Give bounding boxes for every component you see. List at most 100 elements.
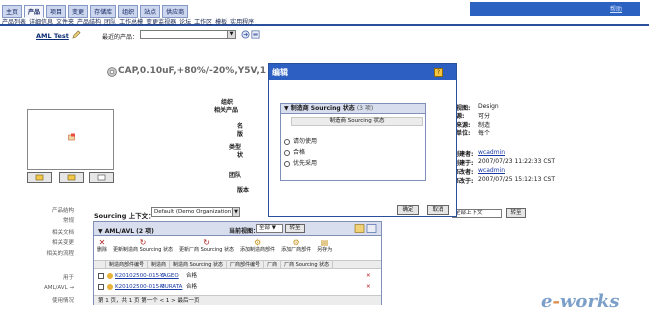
- manufacturer-link[interactable]: YAGEO: [160, 271, 179, 281]
- sourcing-status-column: 制造商 Sourcing 状态: [291, 117, 423, 126]
- delete-row-icon[interactable]: ✕: [366, 282, 371, 292]
- left-nav-item-0[interactable]: 产品结构: [52, 206, 74, 214]
- table-tools-icons[interactable]: [354, 224, 378, 233]
- attribute-value-0: Design: [478, 103, 499, 110]
- attribute-label-3: 单位:: [456, 130, 471, 137]
- sourcing-context-select[interactable]: Default (Demo Organization) ▼: [151, 207, 240, 217]
- aml-action-5[interactable]: ▤ 另存为: [314, 238, 335, 258]
- left-nav-item-4[interactable]: 相关的流程: [46, 249, 74, 257]
- attribute-value-3: 每个: [478, 130, 491, 137]
- sourcing-option-1[interactable]: 合格: [284, 149, 305, 157]
- submenu-item-2[interactable]: 文件夹: [56, 17, 74, 26]
- cancel-button[interactable]: 取消: [427, 205, 449, 215]
- column-header-2[interactable]: 制造商 Sourcing 状态: [170, 261, 228, 268]
- column-header-3[interactable]: 厂商部件编号: [227, 261, 265, 268]
- sourcing-option-label: 请勿使用: [293, 138, 318, 145]
- go-arrow-icon[interactable]: [241, 30, 250, 39]
- detail-label-version: 版: [237, 131, 244, 138]
- aml-action-label-4: 添加厂商部件: [281, 247, 312, 253]
- view-blank-button[interactable]: [89, 172, 114, 183]
- ok-button[interactable]: 确定: [397, 205, 419, 215]
- part-gear-icon: [107, 67, 117, 77]
- left-nav-item-5[interactable]: 用于: [63, 273, 74, 281]
- edit-dialog-body: ▼ 制造商 Sourcing 状态 (3 项) 制造商 Sourcing 状态 …: [269, 80, 456, 216]
- thumbnail-icon: [68, 133, 75, 141]
- pager-text[interactable]: 第 1 页，共 1 页 第一个 < 1 > 最后一页: [94, 298, 199, 304]
- submenu-item-6[interactable]: 变更监视器: [146, 17, 176, 26]
- left-nav-item-2[interactable]: 相关文档: [52, 228, 74, 236]
- edit-dialog-titlebar[interactable]: 编辑 ?: [269, 64, 456, 80]
- aml-action-1[interactable]: ↻ 更新制造商 Sourcing 状态: [110, 238, 176, 258]
- pager: 第 1 页，共 1 页 第一个 < 1 > 最后一页: [94, 295, 381, 305]
- list-icon[interactable]: [251, 30, 260, 39]
- current-view-value: 全部: [259, 225, 271, 231]
- submenu-item-1[interactable]: 详细信息: [29, 17, 53, 26]
- left-nav-item-7[interactable]: 使用情况: [52, 296, 74, 304]
- help-icon[interactable]: ?: [434, 68, 443, 77]
- column-header-0[interactable]: 制造商部件编号: [106, 261, 149, 268]
- aml-action-4[interactable]: ⚙ 添加厂商部件: [278, 238, 314, 258]
- delete-row-icon[interactable]: ✕: [366, 271, 371, 281]
- aml-action-2[interactable]: ↻ 更新厂商 Sourcing 状态: [176, 238, 237, 258]
- edit-dialog-title: 编辑: [272, 68, 288, 77]
- current-view-select[interactable]: 全部 ▼: [256, 224, 283, 233]
- column-header-5[interactable]: 厂商 Sourcing 状态: [281, 261, 334, 268]
- submenu-item-4[interactable]: 团队: [104, 17, 116, 26]
- view-3d-button[interactable]: [27, 172, 52, 183]
- mfr-part-number-link[interactable]: K20102500-015-0: [115, 282, 165, 292]
- left-nav-item-1[interactable]: 常规: [63, 216, 74, 224]
- aml-action-label-3: 添加制造商部件: [240, 247, 276, 253]
- detail-label-iteration: 版本: [237, 187, 250, 194]
- watermark-dash: -: [552, 291, 560, 312]
- submenu-item-5[interactable]: 工作总模: [119, 17, 143, 26]
- context-go-button[interactable]: 转至: [506, 208, 526, 218]
- submenu-item-0[interactable]: 产品列表: [2, 17, 26, 26]
- aml-panel-title[interactable]: ▼ AML/AVL (2 项): [98, 226, 154, 235]
- column-header-1[interactable]: 制造商: [148, 261, 171, 268]
- submenu-item-10[interactable]: 实用程序: [230, 17, 254, 26]
- sourcing-option-0[interactable]: 请勿使用: [284, 138, 317, 146]
- aml-panel-header: ▼ AML/AVL (2 项) 当前视图： 全部 ▼ 转至: [94, 222, 381, 236]
- watermark-suffix: works: [559, 291, 620, 312]
- radio-button[interactable]: [284, 160, 290, 167]
- aml-test-link[interactable]: AML Test: [36, 32, 69, 40]
- row-checkbox[interactable]: [98, 273, 104, 279]
- aml-panel-title-text: AML/AVL (2 项): [104, 228, 154, 235]
- eworks-watermark-logo: e-works: [541, 291, 620, 312]
- manufacturer-link[interactable]: MURATA: [160, 282, 182, 292]
- detail-label-state: 状: [237, 152, 244, 159]
- view-go-button[interactable]: 转至: [285, 224, 305, 233]
- attribute-label-1: 源:: [456, 113, 465, 120]
- sourcing-option-label: 合格: [293, 149, 306, 156]
- current-view-label: 当前视图：: [229, 228, 260, 235]
- save-as-icon: ▤: [320, 238, 329, 247]
- sourcing-status-header[interactable]: ▼ 制造商 Sourcing 状态 (3 项): [281, 104, 425, 114]
- all-context-select[interactable]: 全部上下文: [452, 209, 502, 218]
- submenu-item-7[interactable]: 论坛: [179, 17, 191, 26]
- radio-button[interactable]: [284, 149, 290, 156]
- column-header-4[interactable]: 厂商: [264, 261, 282, 268]
- edit-pencil-icon[interactable]: [72, 30, 81, 39]
- aml-action-3[interactable]: ⚙ 添加制造商部件: [237, 238, 278, 258]
- help-link[interactable]: 帮助: [610, 4, 622, 13]
- all-context-value: 全部上下文: [455, 210, 483, 216]
- submenu-item-9[interactable]: 模板: [215, 17, 227, 26]
- left-nav-item-6[interactable]: AML/AVL →: [44, 285, 74, 291]
- row-checkbox[interactable]: [98, 284, 104, 290]
- left-nav-item-3[interactable]: 相关变更: [52, 238, 74, 246]
- part-status-icon: [107, 273, 113, 279]
- recent-products-select[interactable]: ▼: [140, 30, 236, 39]
- select-all-checkbox[interactable]: [94, 261, 106, 268]
- sourcing-option-2[interactable]: 优先采用: [284, 160, 317, 168]
- aml-column-header: 制造商部件编号 制造商 制造商 Sourcing 状态 厂商部件编号 厂商 厂商 Sour…: [94, 260, 381, 269]
- aml-action-0[interactable]: ✕ 删除: [94, 238, 110, 258]
- submenu-item-3[interactable]: 产品结构: [77, 17, 101, 26]
- view-2d-button[interactable]: [59, 172, 84, 183]
- audit-value-0[interactable]: wcadmin: [478, 149, 505, 156]
- sourcing-status-title: 制造商 Sourcing 状态: [290, 105, 355, 112]
- submenu-item-8[interactable]: 工作区: [194, 17, 212, 26]
- audit-value-2[interactable]: wcadmin: [478, 167, 505, 174]
- table-row: K20102500-015-0 MURATA 合格 ✕: [94, 282, 381, 292]
- mfr-part-number-link[interactable]: K20102500-015-0: [115, 271, 165, 281]
- radio-button[interactable]: [284, 138, 290, 145]
